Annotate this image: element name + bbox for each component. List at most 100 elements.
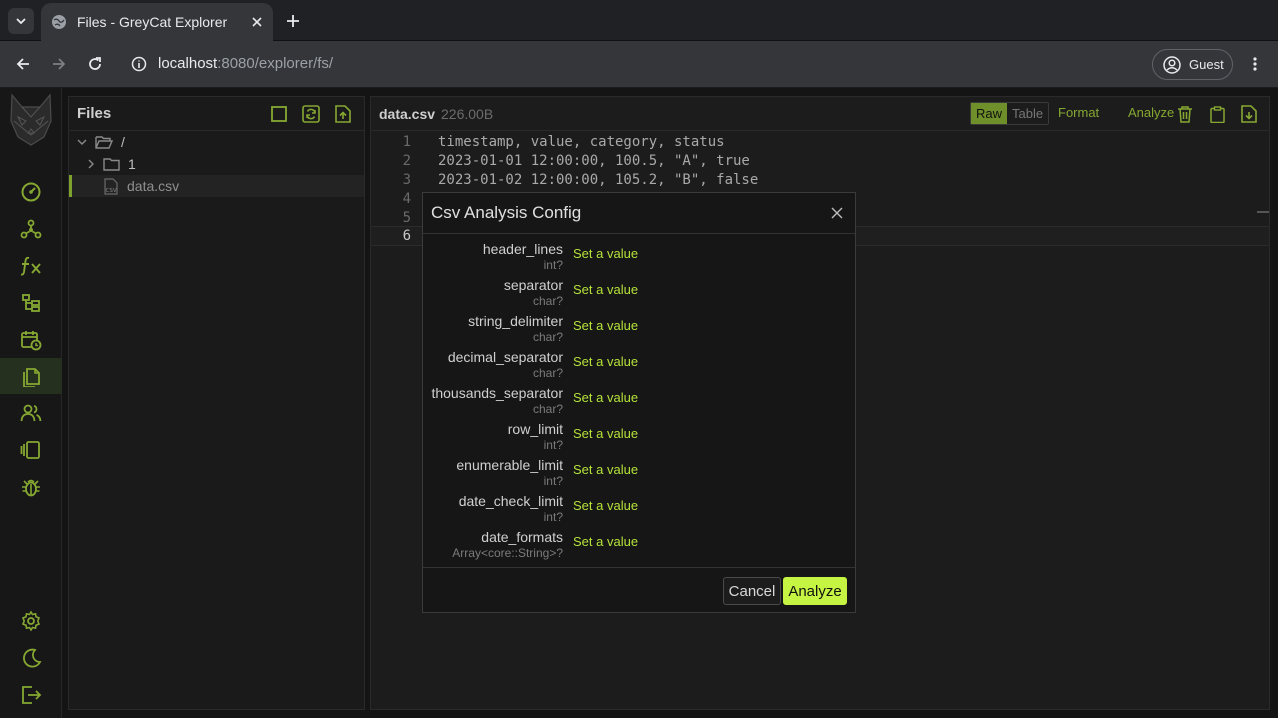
- csv-file-icon: CSV: [104, 177, 118, 195]
- line-text: 2023-01-01 12:00:00, 100.5, "A", true: [438, 152, 750, 169]
- set-value-button[interactable]: Set a value: [573, 462, 638, 477]
- sidebar-item-users[interactable]: [0, 395, 62, 431]
- field-type: int?: [543, 510, 563, 524]
- line-number: 2: [402, 152, 411, 169]
- overview-ruler-marker: [1257, 211, 1269, 213]
- sidebar-item-panels[interactable]: [0, 432, 62, 468]
- folder-icon: [103, 157, 120, 171]
- field-date-formats: date_formats Array<core::String>? Set a …: [423, 523, 855, 560]
- file-name: data.csv: [379, 106, 436, 122]
- sidebar-item-hierarchy[interactable]: [0, 285, 62, 321]
- chevron-down-icon: [16, 18, 26, 25]
- field-separator: separator char? Set a value: [423, 271, 855, 308]
- info-icon: [131, 56, 147, 72]
- dialog-header: Csv Analysis Config: [423, 193, 855, 234]
- set-value-button[interactable]: Set a value: [573, 498, 638, 513]
- browser-menu-button[interactable]: [1242, 51, 1268, 77]
- set-value-button[interactable]: Set a value: [573, 318, 638, 333]
- sidebar-item-debug[interactable]: [0, 469, 62, 505]
- sidebar-item-settings[interactable]: [0, 603, 62, 639]
- folder-open-icon: [95, 135, 113, 149]
- tree-item-root[interactable]: /: [69, 131, 364, 153]
- url-host: localhost: [158, 55, 218, 72]
- trash-icon: [1178, 105, 1192, 123]
- tab-search-button[interactable]: [8, 8, 34, 34]
- field-enumerable-limit: enumerable_limit int? Set a value: [423, 451, 855, 488]
- site-info-button[interactable]: [126, 51, 152, 77]
- upload-file-button[interactable]: [332, 103, 354, 125]
- greycat-logo[interactable]: [0, 90, 62, 148]
- field-string-delimiter: string_delimiter char? Set a value: [423, 307, 855, 344]
- sidebar-item-files[interactable]: [0, 358, 62, 394]
- square-icon: [271, 106, 287, 122]
- code-line[interactable]: 1 timestamp, value, category, status: [371, 132, 1269, 151]
- set-value-button[interactable]: Set a value: [573, 246, 638, 261]
- analyze-header-button[interactable]: Analyze: [1128, 105, 1174, 120]
- tree-item-label: 1: [128, 156, 136, 172]
- field-type: int?: [543, 258, 563, 272]
- files-title: Files: [77, 105, 112, 122]
- close-icon[interactable]: [251, 16, 263, 28]
- logout-icon: [22, 686, 42, 704]
- sidebar-item-graph[interactable]: [0, 211, 62, 247]
- arrow-right-icon: [53, 58, 66, 70]
- sidebar-item-functions[interactable]: [0, 248, 62, 284]
- cancel-button[interactable]: Cancel: [723, 577, 781, 605]
- browser-tab[interactable]: Files - GreyCat Explorer: [41, 3, 273, 41]
- field-row-limit: row_limit int? Set a value: [423, 415, 855, 452]
- sidebar-item-dashboard[interactable]: [0, 174, 62, 210]
- delete-button[interactable]: [1174, 103, 1196, 125]
- dialog-close-button[interactable]: [829, 205, 845, 221]
- line-number: 6: [402, 228, 411, 244]
- hierarchy-icon: [22, 294, 40, 312]
- line-number: 5: [402, 209, 411, 226]
- format-button[interactable]: Format: [1058, 105, 1099, 120]
- table-view-button[interactable]: Table: [1007, 103, 1048, 124]
- address-bar[interactable]: localhost:8080/explorer/fs/: [158, 55, 333, 72]
- raw-view-button[interactable]: Raw: [971, 103, 1008, 124]
- line-text: 2023-01-02 12:00:00, 105.2, "B", false: [438, 171, 759, 188]
- refresh-button[interactable]: [300, 103, 322, 125]
- calendar-icon: [21, 331, 42, 351]
- forward-button[interactable]: [46, 51, 72, 77]
- analyze-button[interactable]: Analyze: [783, 577, 847, 605]
- files-panel: Files / 1 CSV data.csv: [68, 96, 365, 710]
- set-value-button[interactable]: Set a value: [573, 390, 638, 405]
- field-name: date_check_limit: [458, 493, 563, 509]
- users-icon: [20, 404, 42, 422]
- tree-item-folder[interactable]: 1: [69, 153, 364, 175]
- field-name: row_limit: [507, 421, 563, 437]
- more-vertical-icon: [1253, 57, 1257, 71]
- dialog-title: Csv Analysis Config: [431, 203, 582, 222]
- set-value-button[interactable]: Set a value: [573, 426, 638, 441]
- field-name: header_lines: [482, 241, 563, 257]
- download-button[interactable]: [1238, 103, 1260, 125]
- new-folder-button[interactable]: [268, 103, 290, 125]
- set-value-button[interactable]: Set a value: [573, 282, 638, 297]
- sidebar-item-theme[interactable]: [0, 640, 62, 676]
- set-value-button[interactable]: Set a value: [573, 534, 638, 549]
- sidebar-item-logout[interactable]: [0, 677, 62, 713]
- field-type: char?: [532, 294, 563, 308]
- set-value-button[interactable]: Set a value: [573, 354, 638, 369]
- sidebar-item-scheduler[interactable]: [0, 322, 62, 358]
- field-header-lines: header_lines int? Set a value: [423, 235, 855, 272]
- graph-icon: [20, 219, 42, 239]
- arrow-left-icon: [16, 58, 29, 70]
- profile-button[interactable]: Guest: [1152, 49, 1233, 80]
- browser-tabbar: Files - GreyCat Explorer: [0, 0, 1278, 41]
- new-tab-button[interactable]: [283, 8, 303, 34]
- reload-button[interactable]: [82, 51, 108, 77]
- profile-label: Guest: [1189, 57, 1224, 72]
- code-line[interactable]: 3 2023-01-02 12:00:00, 105.2, "B", false: [371, 170, 1269, 189]
- field-type: int?: [543, 438, 563, 452]
- file-download-icon: [1241, 105, 1257, 123]
- browser-navbar: localhost:8080/explorer/fs/ Guest: [0, 41, 1278, 88]
- code-line[interactable]: 2 2023-01-01 12:00:00, 100.5, "A", true: [371, 151, 1269, 170]
- field-name: string_delimiter: [468, 313, 563, 329]
- back-button[interactable]: [10, 51, 36, 77]
- tree-item-file[interactable]: CSV data.csv: [69, 175, 364, 197]
- tree-item-label: data.csv: [127, 178, 180, 194]
- field-name: thousands_separator: [431, 385, 563, 401]
- copy-button[interactable]: [1206, 103, 1228, 125]
